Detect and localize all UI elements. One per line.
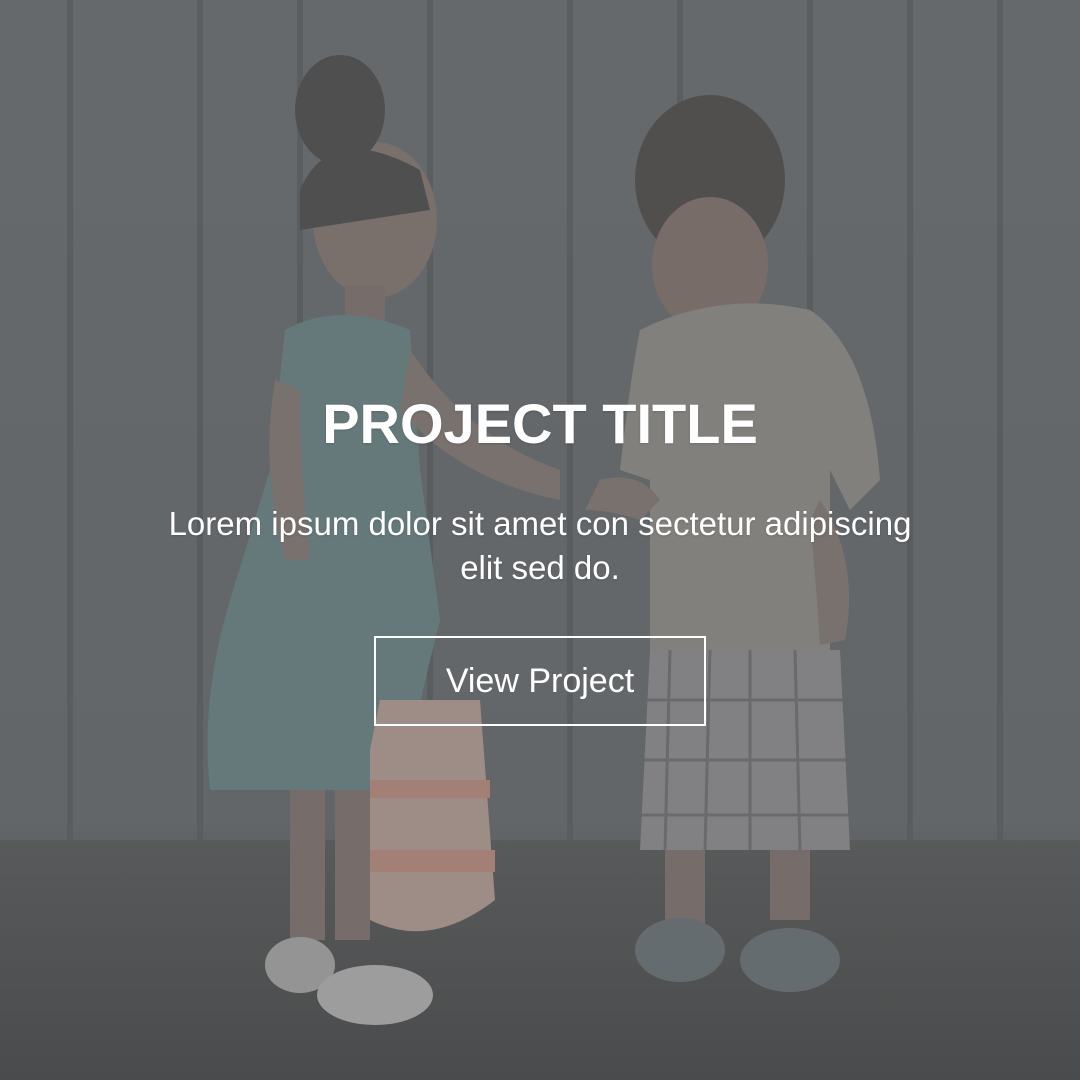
project-description: Lorem ipsum dolor sit amet con sectetur … [168, 505, 912, 586]
view-project-button[interactable]: View Project [374, 636, 706, 726]
project-title: PROJECT TITLE [322, 392, 758, 455]
project-card[interactable]: PROJECT TITLE Lorem ipsum dolor sit amet… [0, 0, 1080, 1080]
project-card-content: PROJECT TITLE Lorem ipsum dolor sit amet… [0, 0, 1080, 1080]
